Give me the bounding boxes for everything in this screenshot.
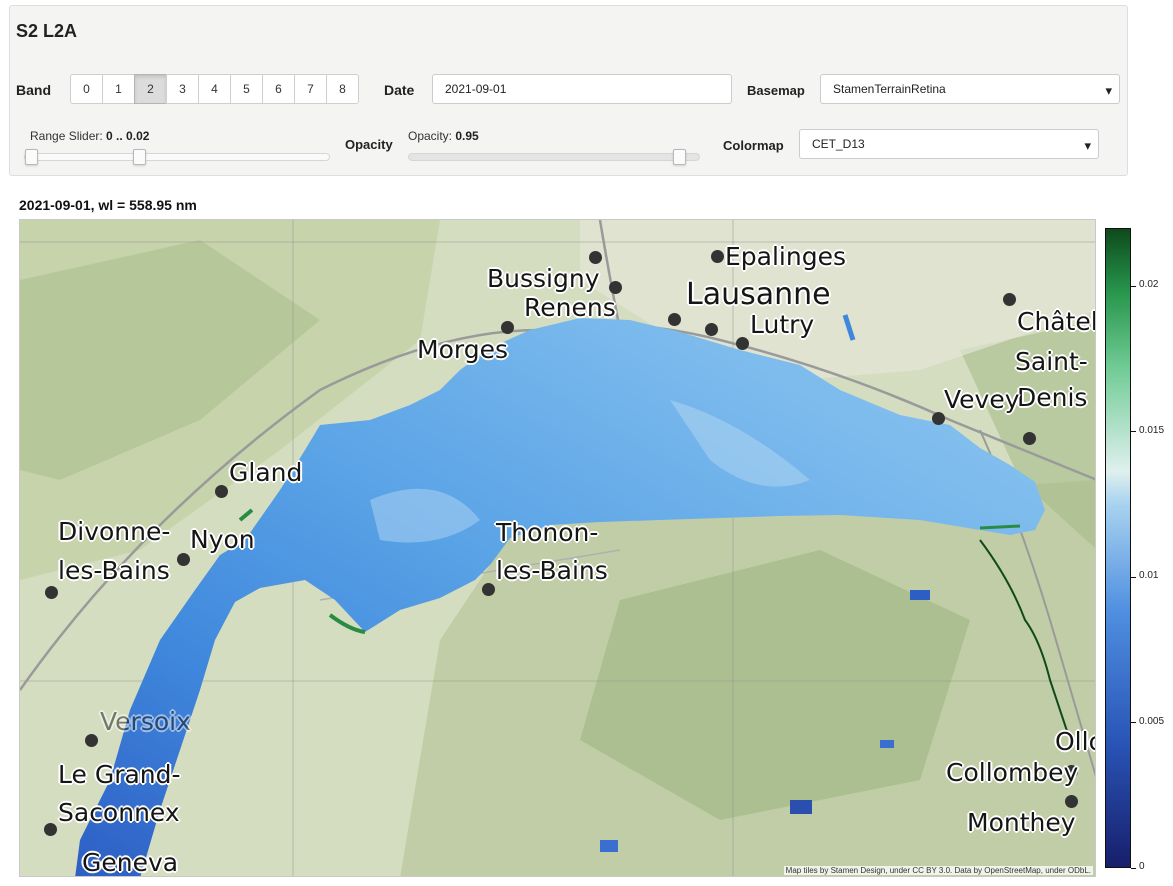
city-marker bbox=[736, 337, 749, 350]
band-button-2[interactable]: 2 bbox=[134, 74, 167, 104]
band-button-6[interactable]: 6 bbox=[262, 74, 295, 104]
place-label: Ollon bbox=[1055, 727, 1095, 756]
place-label: Renens bbox=[524, 293, 616, 322]
colorbar-tick bbox=[1131, 576, 1136, 578]
colorbar-tick bbox=[1131, 722, 1136, 724]
colormap-label: Colormap bbox=[723, 138, 784, 153]
place-label: Châtel- bbox=[1017, 307, 1095, 336]
band-button-3[interactable]: 3 bbox=[166, 74, 199, 104]
place-label: Thonon- bbox=[496, 518, 599, 547]
place-label: les-Bains bbox=[58, 556, 170, 585]
city-marker bbox=[44, 823, 57, 836]
place-label: Le Grand- bbox=[58, 760, 181, 789]
city-marker bbox=[501, 321, 514, 334]
city-marker bbox=[711, 250, 724, 263]
range-slider-handle-max[interactable] bbox=[133, 149, 146, 165]
opacity-label: Opacity bbox=[345, 137, 393, 152]
band-toggle-group: 0 1 2 3 4 5 6 7 8 bbox=[70, 74, 359, 104]
place-label: Geneva bbox=[82, 848, 179, 877]
band-button-0[interactable]: 0 bbox=[70, 74, 103, 104]
basemap-label: Basemap bbox=[747, 83, 805, 98]
city-marker bbox=[177, 553, 190, 566]
control-panel: S2 L2A Band 0 1 2 3 4 5 6 7 8 Date 2021-… bbox=[9, 5, 1128, 176]
place-label: Versoix bbox=[100, 707, 191, 736]
opacity-slider-track[interactable] bbox=[408, 153, 700, 161]
city-marker bbox=[215, 485, 228, 498]
place-label: Collombey bbox=[946, 758, 1079, 787]
place-label: Lutry bbox=[750, 310, 815, 339]
date-label: Date bbox=[384, 82, 415, 98]
place-label: Divonne- bbox=[58, 517, 171, 546]
basemap-select-value: StamenTerrainRetina bbox=[833, 82, 946, 96]
city-marker bbox=[1003, 293, 1016, 306]
range-slider-track[interactable] bbox=[24, 153, 330, 161]
place-label: Bussigny bbox=[487, 264, 600, 293]
range-slider-label: Range Slider: 0 .. 0.02 bbox=[30, 129, 150, 143]
city-marker bbox=[589, 251, 602, 264]
place-label: Saconnex bbox=[58, 798, 180, 827]
band-button-1[interactable]: 1 bbox=[102, 74, 135, 104]
place-label: Nyon bbox=[190, 525, 255, 554]
band-button-4[interactable]: 4 bbox=[198, 74, 231, 104]
range-slider-value: 0 .. 0.02 bbox=[106, 129, 150, 143]
place-label: Lausanne bbox=[686, 277, 831, 312]
colormap-select-value: CET_D13 bbox=[812, 137, 865, 151]
colorbar-tick-label: 0.015 bbox=[1139, 424, 1165, 436]
opacity-slider-value: 0.95 bbox=[455, 129, 479, 143]
colorbar-tick bbox=[1131, 285, 1136, 287]
place-label: Morges bbox=[417, 335, 508, 364]
city-marker bbox=[482, 583, 495, 596]
band-label: Band bbox=[16, 82, 51, 98]
colorbar-tick-label: 0.005 bbox=[1139, 715, 1165, 727]
city-marker bbox=[705, 323, 718, 336]
place-label: Epalinges bbox=[725, 242, 846, 271]
colorbar-tick bbox=[1131, 867, 1136, 869]
band-button-7[interactable]: 7 bbox=[294, 74, 327, 104]
colorbar bbox=[1105, 228, 1131, 868]
place-label: les-Bains bbox=[496, 556, 608, 585]
city-marker bbox=[1023, 432, 1036, 445]
place-label: Saint- bbox=[1015, 347, 1088, 376]
city-marker bbox=[668, 313, 681, 326]
colorbar-tick-label: 0 bbox=[1139, 861, 1145, 872]
figure-title: 2021-09-01, wl = 558.95 nm bbox=[19, 197, 197, 213]
colorbar-tick bbox=[1131, 431, 1136, 433]
colormap-select[interactable]: CET_D13 bbox=[799, 129, 1099, 159]
map-attribution: Map tiles by Stamen Design, under CC BY … bbox=[783, 866, 1093, 875]
map-view[interactable]: Epalinges Bussigny Renens Lausanne Lutry… bbox=[19, 219, 1096, 877]
place-label: Vevey bbox=[944, 385, 1020, 414]
colorbar-tick-label: 0.02 bbox=[1139, 279, 1159, 291]
city-marker bbox=[85, 734, 98, 747]
band-button-5[interactable]: 5 bbox=[230, 74, 263, 104]
colorbar-tick-label: 0.01 bbox=[1139, 570, 1159, 582]
place-label: Monthey bbox=[967, 808, 1076, 837]
place-label: Gland bbox=[229, 458, 303, 487]
basemap-select[interactable]: StamenTerrainRetina bbox=[820, 74, 1120, 104]
place-label: Denis bbox=[1017, 383, 1088, 412]
opacity-slider-label: Opacity: 0.95 bbox=[408, 129, 479, 143]
panel-title: S2 L2A bbox=[16, 21, 78, 41]
band-button-8[interactable]: 8 bbox=[326, 74, 359, 104]
opacity-slider-handle[interactable] bbox=[673, 149, 687, 165]
city-marker bbox=[1065, 795, 1078, 808]
city-marker bbox=[45, 586, 58, 599]
range-slider-handle-min[interactable] bbox=[25, 149, 38, 165]
date-input[interactable]: 2021-09-01 bbox=[432, 74, 732, 104]
